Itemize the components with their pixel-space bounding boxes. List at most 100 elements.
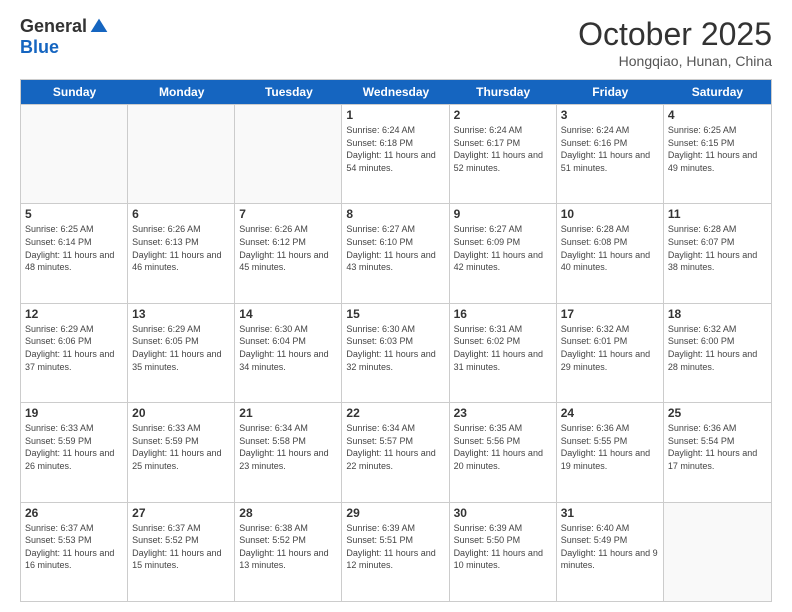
day-number: 25 xyxy=(668,406,767,420)
calendar-day-cell: 15 Sunrise: 6:30 AM Sunset: 6:03 PM Dayli… xyxy=(342,304,449,402)
day-number: 26 xyxy=(25,506,123,520)
day-info: Sunrise: 6:35 AM Sunset: 5:56 PM Dayligh… xyxy=(454,422,552,472)
day-info: Sunrise: 6:38 AM Sunset: 5:52 PM Dayligh… xyxy=(239,522,337,572)
day-info: Sunrise: 6:28 AM Sunset: 6:08 PM Dayligh… xyxy=(561,223,659,273)
calendar-day-cell: 3Sunrise: 6:24 AM Sunset: 6:16 PM Daylig… xyxy=(557,105,664,203)
day-info: Sunrise: 6:25 AM Sunset: 6:15 PM Dayligh… xyxy=(668,124,767,174)
day-info: Sunrise: 6:26 AM Sunset: 6:12 PM Dayligh… xyxy=(239,223,337,273)
calendar-day-cell: 13 Sunrise: 6:29 AM Sunset: 6:05 PM Dayli… xyxy=(128,304,235,402)
day-number: 24 xyxy=(561,406,659,420)
calendar-day-cell xyxy=(128,105,235,203)
day-number: 7 xyxy=(239,207,337,221)
logo-general: General xyxy=(20,16,87,37)
day-info: Sunrise: 6:30 AM Sunset: 6:03 PM Dayligh… xyxy=(346,323,444,373)
calendar-day-cell: 27Sunrise: 6:37 AM Sunset: 5:52 PM Dayli… xyxy=(128,503,235,601)
calendar-day-cell: 14Sunrise: 6:30 AM Sunset: 6:04 PM Dayli… xyxy=(235,304,342,402)
logo: General Blue xyxy=(20,16,109,58)
day-number: 8 xyxy=(346,207,444,221)
calendar-day-cell: 6Sunrise: 6:26 AM Sunset: 6:13 PM Daylig… xyxy=(128,204,235,302)
calendar-day-cell: 24 Sunrise: 6:36 AM Sunset: 5:55 PM Dayli… xyxy=(557,403,664,501)
calendar-day-cell: 25 Sunrise: 6:36 AM Sunset: 5:54 PM Dayli… xyxy=(664,403,771,501)
day-of-week-header: Wednesday xyxy=(342,80,449,104)
day-number: 20 xyxy=(132,406,230,420)
calendar-day-cell: 17 Sunrise: 6:32 AM Sunset: 6:01 PM Dayli… xyxy=(557,304,664,402)
day-info: Sunrise: 6:39 AM Sunset: 5:50 PM Dayligh… xyxy=(454,522,552,572)
day-number: 11 xyxy=(668,207,767,221)
logo-text: General xyxy=(20,16,109,37)
calendar-day-cell: 1Sunrise: 6:24 AM Sunset: 6:18 PM Daylig… xyxy=(342,105,449,203)
calendar-day-cell: 11 Sunrise: 6:28 AM Sunset: 6:07 PM Dayli… xyxy=(664,204,771,302)
calendar-week-row: 1Sunrise: 6:24 AM Sunset: 6:18 PM Daylig… xyxy=(21,104,771,203)
calendar-day-cell: 26 Sunrise: 6:37 AM Sunset: 5:53 PM Dayli… xyxy=(21,503,128,601)
title-area: October 2025 Hongqiao, Hunan, China xyxy=(578,16,772,69)
day-number: 16 xyxy=(454,307,552,321)
day-info: Sunrise: 6:27 AM Sunset: 6:09 PM Dayligh… xyxy=(454,223,552,273)
day-info: Sunrise: 6:33 AM Sunset: 5:59 PM Dayligh… xyxy=(132,422,230,472)
calendar-day-cell: 10 Sunrise: 6:28 AM Sunset: 6:08 PM Dayli… xyxy=(557,204,664,302)
day-number: 10 xyxy=(561,207,659,221)
calendar-day-cell: 18Sunrise: 6:32 AM Sunset: 6:00 PM Dayli… xyxy=(664,304,771,402)
day-info: Sunrise: 6:24 AM Sunset: 6:16 PM Dayligh… xyxy=(561,124,659,174)
day-number: 27 xyxy=(132,506,230,520)
day-of-week-header: Tuesday xyxy=(235,80,342,104)
day-info: Sunrise: 6:24 AM Sunset: 6:18 PM Dayligh… xyxy=(346,124,444,174)
day-info: Sunrise: 6:36 AM Sunset: 5:54 PM Dayligh… xyxy=(668,422,767,472)
day-number: 17 xyxy=(561,307,659,321)
month-title: October 2025 xyxy=(578,16,772,53)
calendar-day-cell: 2 Sunrise: 6:24 AM Sunset: 6:17 PM Daylig… xyxy=(450,105,557,203)
day-info: Sunrise: 6:40 AM Sunset: 5:49 PM Dayligh… xyxy=(561,522,659,572)
day-info: Sunrise: 6:30 AM Sunset: 6:04 PM Dayligh… xyxy=(239,323,337,373)
day-number: 4 xyxy=(668,108,767,122)
day-number: 29 xyxy=(346,506,444,520)
day-of-week-header: Saturday xyxy=(664,80,771,104)
day-number: 13 xyxy=(132,307,230,321)
day-number: 5 xyxy=(25,207,123,221)
day-info: Sunrise: 6:28 AM Sunset: 6:07 PM Dayligh… xyxy=(668,223,767,273)
day-info: Sunrise: 6:36 AM Sunset: 5:55 PM Dayligh… xyxy=(561,422,659,472)
calendar-day-cell: 22 Sunrise: 6:34 AM Sunset: 5:57 PM Dayli… xyxy=(342,403,449,501)
calendar-day-cell: 7 Sunrise: 6:26 AM Sunset: 6:12 PM Daylig… xyxy=(235,204,342,302)
calendar-body: 1Sunrise: 6:24 AM Sunset: 6:18 PM Daylig… xyxy=(21,104,771,601)
day-of-week-header: Friday xyxy=(557,80,664,104)
day-info: Sunrise: 6:33 AM Sunset: 5:59 PM Dayligh… xyxy=(25,422,123,472)
day-number: 15 xyxy=(346,307,444,321)
logo-icon xyxy=(89,17,109,37)
day-number: 18 xyxy=(668,307,767,321)
calendar-day-cell: 19 Sunrise: 6:33 AM Sunset: 5:59 PM Dayli… xyxy=(21,403,128,501)
day-info: Sunrise: 6:31 AM Sunset: 6:02 PM Dayligh… xyxy=(454,323,552,373)
day-number: 9 xyxy=(454,207,552,221)
day-of-week-header: Thursday xyxy=(450,80,557,104)
day-info: Sunrise: 6:39 AM Sunset: 5:51 PM Dayligh… xyxy=(346,522,444,572)
location-subtitle: Hongqiao, Hunan, China xyxy=(578,53,772,69)
day-info: Sunrise: 6:37 AM Sunset: 5:53 PM Dayligh… xyxy=(25,522,123,572)
calendar-day-cell: 30Sunrise: 6:39 AM Sunset: 5:50 PM Dayli… xyxy=(450,503,557,601)
calendar-day-cell xyxy=(21,105,128,203)
calendar-week-row: 5 Sunrise: 6:25 AM Sunset: 6:14 PM Daylig… xyxy=(21,203,771,302)
day-number: 2 xyxy=(454,108,552,122)
day-info: Sunrise: 6:29 AM Sunset: 6:05 PM Dayligh… xyxy=(132,323,230,373)
day-info: Sunrise: 6:25 AM Sunset: 6:14 PM Dayligh… xyxy=(25,223,123,273)
calendar-day-cell: 31 Sunrise: 6:40 AM Sunset: 5:49 PM Dayli… xyxy=(557,503,664,601)
calendar-day-cell: 16 Sunrise: 6:31 AM Sunset: 6:02 PM Dayli… xyxy=(450,304,557,402)
day-number: 23 xyxy=(454,406,552,420)
calendar-day-cell: 12Sunrise: 6:29 AM Sunset: 6:06 PM Dayli… xyxy=(21,304,128,402)
day-number: 22 xyxy=(346,406,444,420)
day-number: 12 xyxy=(25,307,123,321)
calendar-day-cell: 9 Sunrise: 6:27 AM Sunset: 6:09 PM Daylig… xyxy=(450,204,557,302)
day-number: 21 xyxy=(239,406,337,420)
calendar-day-cell xyxy=(235,105,342,203)
day-info: Sunrise: 6:34 AM Sunset: 5:57 PM Dayligh… xyxy=(346,422,444,472)
day-number: 19 xyxy=(25,406,123,420)
calendar-week-row: 19 Sunrise: 6:33 AM Sunset: 5:59 PM Dayli… xyxy=(21,402,771,501)
day-number: 31 xyxy=(561,506,659,520)
calendar-day-cell: 20 Sunrise: 6:33 AM Sunset: 5:59 PM Dayli… xyxy=(128,403,235,501)
calendar-day-cell: 21Sunrise: 6:34 AM Sunset: 5:58 PM Dayli… xyxy=(235,403,342,501)
header: General Blue October 2025 Hongqiao, Huna… xyxy=(20,16,772,69)
calendar-week-row: 26 Sunrise: 6:37 AM Sunset: 5:53 PM Dayli… xyxy=(21,502,771,601)
day-info: Sunrise: 6:32 AM Sunset: 6:01 PM Dayligh… xyxy=(561,323,659,373)
day-of-week-header: Sunday xyxy=(21,80,128,104)
day-info: Sunrise: 6:26 AM Sunset: 6:13 PM Dayligh… xyxy=(132,223,230,273)
calendar-day-cell: 29 Sunrise: 6:39 AM Sunset: 5:51 PM Dayli… xyxy=(342,503,449,601)
day-info: Sunrise: 6:24 AM Sunset: 6:17 PM Dayligh… xyxy=(454,124,552,174)
day-number: 28 xyxy=(239,506,337,520)
